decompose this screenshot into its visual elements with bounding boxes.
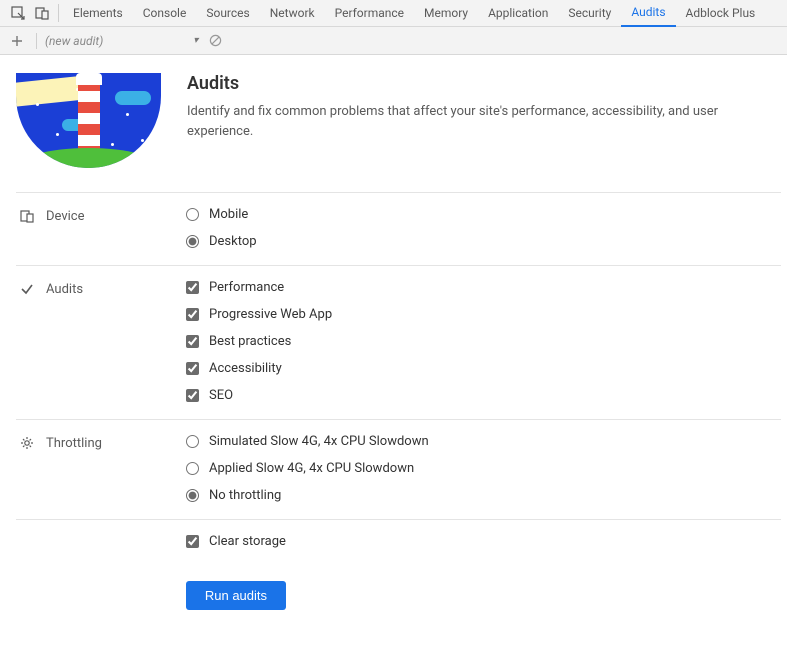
clear-icon[interactable] [204, 30, 226, 52]
audit-option-seo[interactable]: SEO [186, 388, 332, 403]
lighthouse-illustration [16, 73, 161, 168]
checkbox-performance[interactable] [186, 281, 199, 294]
section-run: Clear storage Run audits [16, 519, 781, 626]
option-label: Desktop [209, 234, 257, 249]
section-device: Device Mobile Desktop [16, 192, 781, 265]
hero: Audits Identify and fix common problems … [16, 73, 781, 192]
option-label: SEO [209, 388, 233, 403]
page-title: Audits [187, 73, 781, 94]
divider [58, 4, 59, 22]
audits-toolbar: (new audit) ▾ [0, 27, 787, 55]
divider [36, 33, 37, 49]
page-subtitle: Identify and fix common problems that af… [187, 102, 781, 141]
throttling-option-none[interactable]: No throttling [186, 488, 429, 503]
new-audit-icon[interactable] [6, 30, 28, 52]
tab-audits[interactable]: Audits [621, 0, 675, 27]
audit-option-best-practices[interactable]: Best practices [186, 334, 332, 349]
tab-application[interactable]: Application [478, 0, 558, 27]
device-icon [20, 209, 36, 223]
audit-option-performance[interactable]: Performance [186, 280, 332, 295]
audit-option-pwa[interactable]: Progressive Web App [186, 307, 332, 322]
option-label: Performance [209, 280, 284, 295]
audit-dropdown-label: (new audit) [45, 34, 103, 48]
device-mode-icon[interactable] [30, 1, 54, 25]
tab-performance[interactable]: Performance [325, 0, 414, 27]
checkbox-seo[interactable] [186, 389, 199, 402]
radio-applied[interactable] [186, 462, 199, 475]
option-label: Simulated Slow 4G, 4x CPU Slowdown [209, 434, 429, 449]
section-label: Throttling [46, 436, 102, 451]
tab-memory[interactable]: Memory [414, 0, 478, 27]
radio-no-throttling[interactable] [186, 489, 199, 502]
section-throttling: Throttling Simulated Slow 4G, 4x CPU Slo… [16, 419, 781, 519]
hero-text: Audits Identify and fix common problems … [187, 73, 781, 168]
run-audits-button[interactable]: Run audits [186, 581, 286, 610]
tab-elements[interactable]: Elements [63, 0, 133, 27]
tab-network[interactable]: Network [260, 0, 325, 27]
option-label: Accessibility [209, 361, 282, 376]
check-icon [20, 282, 36, 296]
radio-simulated[interactable] [186, 435, 199, 448]
option-label: No throttling [209, 488, 281, 503]
checkbox-accessibility[interactable] [186, 362, 199, 375]
option-label: Best practices [209, 334, 291, 349]
radio-mobile[interactable] [186, 208, 199, 221]
section-label: Audits [46, 282, 83, 297]
throttling-option-applied[interactable]: Applied Slow 4G, 4x CPU Slowdown [186, 461, 429, 476]
audit-option-accessibility[interactable]: Accessibility [186, 361, 332, 376]
chevron-down-icon: ▾ [193, 35, 198, 46]
checkbox-best-practices[interactable] [186, 335, 199, 348]
audits-panel: Audits Identify and fix common problems … [0, 55, 787, 656]
checkbox-pwa[interactable] [186, 308, 199, 321]
device-option-mobile[interactable]: Mobile [186, 207, 257, 222]
throttling-option-simulated[interactable]: Simulated Slow 4G, 4x CPU Slowdown [186, 434, 429, 449]
option-label: Progressive Web App [209, 307, 332, 322]
clear-storage-option[interactable]: Clear storage [186, 534, 286, 549]
device-option-desktop[interactable]: Desktop [186, 234, 257, 249]
tab-sources[interactable]: Sources [196, 0, 259, 27]
option-label: Clear storage [209, 534, 286, 549]
tab-security[interactable]: Security [558, 0, 621, 27]
section-label: Device [46, 209, 85, 224]
devtools-tabstrip: Elements Console Sources Network Perform… [0, 0, 787, 27]
audit-dropdown[interactable]: (new audit) ▾ [45, 34, 198, 48]
section-audits: Audits Performance Progressive Web App B… [16, 265, 781, 419]
radio-desktop[interactable] [186, 235, 199, 248]
inspect-icon[interactable] [6, 1, 30, 25]
checkbox-clear-storage[interactable] [186, 535, 199, 548]
tab-console[interactable]: Console [133, 0, 197, 27]
gear-icon [20, 436, 36, 450]
option-label: Applied Slow 4G, 4x CPU Slowdown [209, 461, 414, 476]
option-label: Mobile [209, 207, 248, 222]
tab-adblock-plus[interactable]: Adblock Plus [676, 0, 766, 27]
